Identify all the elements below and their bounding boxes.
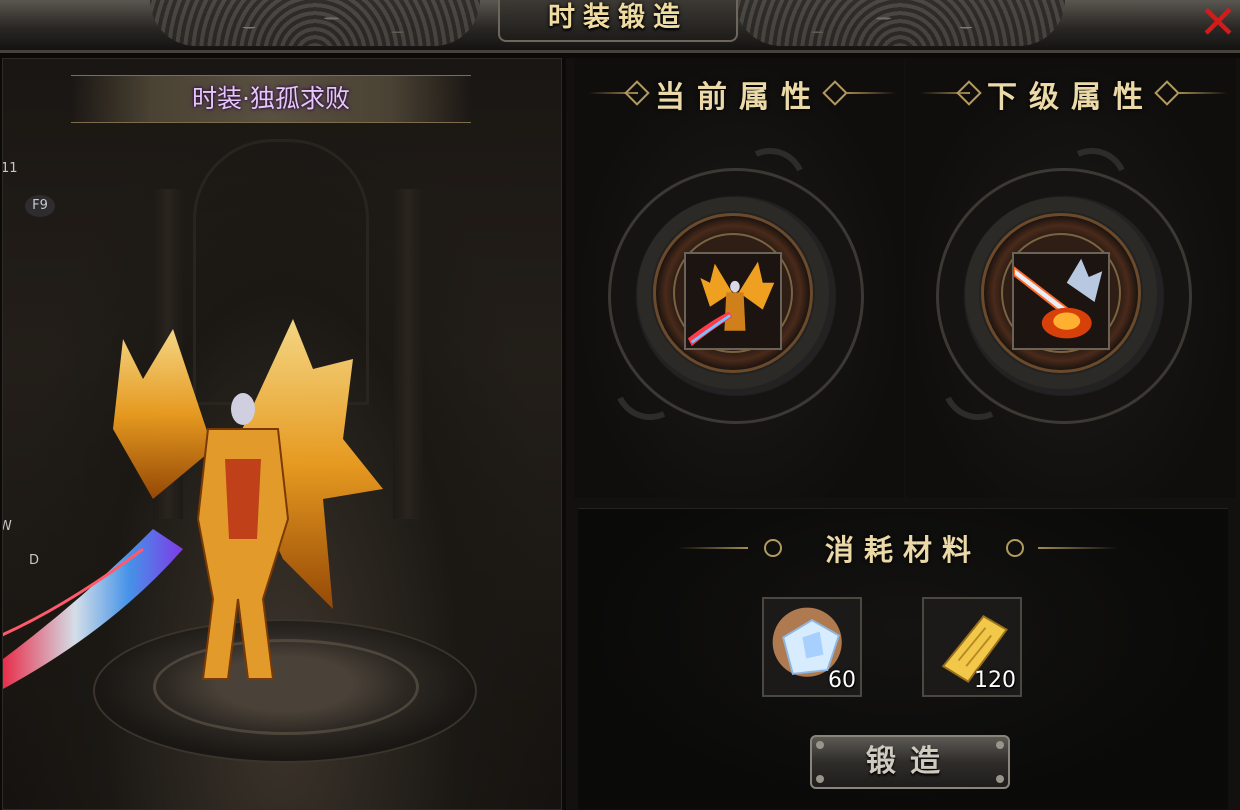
materials-header: 消耗材料 xyxy=(578,527,1228,569)
material-slot-crystal[interactable]: 60 xyxy=(762,597,862,697)
next-attributes-title: 下级属性 xyxy=(987,80,1155,115)
material-slot-talisman[interactable]: 120 xyxy=(922,597,1022,697)
window-title-bar: 时装锻造 ✕ xyxy=(0,0,1240,53)
fashion-name: 时装·独孤求败 xyxy=(192,84,350,113)
close-icon: ✕ xyxy=(1198,0,1238,49)
forge-button-label: 锻造 xyxy=(866,744,954,779)
hotkey-label: 11 xyxy=(2,161,18,176)
next-attributes-header: 下级属性 xyxy=(906,72,1236,116)
title-divider xyxy=(1178,92,1228,94)
title-divider xyxy=(1038,547,1118,549)
material-count: 60 xyxy=(828,668,856,693)
next-fashion-slot[interactable] xyxy=(1012,252,1110,350)
winged-warrior-icon xyxy=(686,254,780,348)
close-button[interactable]: ✕ xyxy=(1196,0,1240,52)
current-fashion-slot[interactable] xyxy=(684,252,782,350)
button-rivet xyxy=(996,741,1004,749)
character-model xyxy=(3,319,383,689)
current-attributes-box: 当前属性 xyxy=(574,58,904,498)
current-attributes-title: 当前属性 xyxy=(655,80,823,115)
button-rivet xyxy=(816,775,824,783)
button-rivet xyxy=(996,775,1004,783)
next-attributes-box: 下级属性 xyxy=(906,58,1236,498)
flaming-sword-icon xyxy=(1014,254,1108,348)
forge-button[interactable]: 锻造 xyxy=(810,735,1010,789)
character-preview-panel: 时装·独孤求败 11 F9 W D xyxy=(2,58,562,810)
window-title: 时装锻造 xyxy=(548,2,688,33)
window-title-plate: 时装锻造 xyxy=(498,0,738,42)
title-divider xyxy=(678,547,748,549)
hotkey-f9-button[interactable]: F9 xyxy=(25,195,55,217)
materials-section: 消耗材料 60 120 锻造 xyxy=(578,508,1228,809)
title-divider xyxy=(846,92,896,94)
current-attributes-header: 当前属性 xyxy=(574,72,904,116)
material-count: 120 xyxy=(974,668,1016,693)
button-rivet xyxy=(816,741,824,749)
dragon-ornament-left xyxy=(150,0,480,46)
forge-panel: 当前属性 下级属性 消耗材料 60 120 锻造 xyxy=(566,58,1240,810)
materials-title: 消耗材料 xyxy=(824,533,981,567)
dragon-ornament-right xyxy=(735,0,1065,46)
fashion-name-banner: 时装·独孤求败 xyxy=(71,75,471,123)
